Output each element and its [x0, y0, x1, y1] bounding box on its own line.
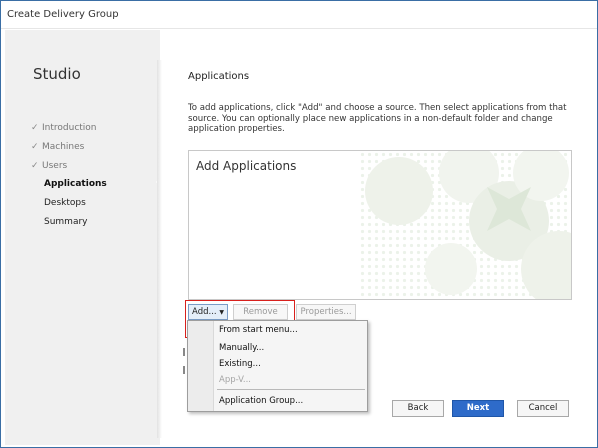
- step-label: Introduction: [42, 123, 97, 134]
- wizard-main: Applications To add applications, click …: [160, 30, 593, 445]
- step-label: Applications: [44, 179, 107, 190]
- menu-item-app-v: App-V...: [219, 375, 251, 385]
- menu-item-from-start-menu[interactable]: From start menu...: [217, 323, 365, 337]
- step-label: Summary: [44, 216, 88, 227]
- page-title: Applications: [188, 71, 250, 82]
- step-users: ✓ Users: [31, 156, 107, 175]
- window-title: Create Delivery Group: [7, 9, 119, 20]
- app-title: Studio: [33, 65, 81, 83]
- step-introduction: ✓ Introduction: [31, 119, 107, 138]
- checkmark-icon: ✓: [31, 160, 39, 171]
- menu-item-manually[interactable]: Manually...: [217, 341, 365, 355]
- list-marker: [183, 348, 185, 356]
- citrix-watermark-icon: [359, 151, 571, 299]
- step-label: Desktops: [44, 198, 86, 209]
- checkmark-icon: ✓: [31, 123, 39, 134]
- instructions-text: To add applications, click "Add" and cho…: [188, 103, 567, 134]
- create-delivery-group-window: Create Delivery Group Studio ✓ Introduct…: [0, 0, 598, 448]
- back-button[interactable]: Back: [392, 400, 444, 417]
- properties-button[interactable]: Properties...: [296, 304, 356, 320]
- step-summary: Summary: [31, 212, 107, 231]
- list-marker: [183, 366, 185, 374]
- next-button[interactable]: Next: [452, 400, 504, 417]
- wizard-frame: Studio ✓ Introduction ✓ Machines ✓ Users…: [5, 30, 593, 445]
- wizard-steps: ✓ Introduction ✓ Machines ✓ Users Applic…: [31, 119, 107, 231]
- menu-gutter: [188, 321, 214, 411]
- step-desktops: Desktops: [31, 194, 107, 213]
- checkmark-icon: ✓: [31, 142, 39, 153]
- panel-title: Add Applications: [196, 159, 297, 173]
- step-label: Users: [42, 160, 68, 171]
- cancel-button[interactable]: Cancel: [517, 400, 569, 417]
- applications-list[interactable]: Add Applications: [188, 150, 572, 300]
- add-source-menu: From start menu... Manually... Existing.…: [187, 320, 368, 412]
- menu-item-existing[interactable]: Existing...: [217, 357, 365, 371]
- step-label: Machines: [42, 142, 85, 153]
- title-bar: Create Delivery Group: [1, 1, 597, 29]
- menu-item-application-group[interactable]: Application Group...: [217, 394, 365, 408]
- step-machines: ✓ Machines: [31, 138, 107, 157]
- menu-separator: [217, 389, 365, 390]
- wizard-sidebar: Studio ✓ Introduction ✓ Machines ✓ Users…: [5, 30, 162, 445]
- step-applications: Applications: [31, 175, 107, 194]
